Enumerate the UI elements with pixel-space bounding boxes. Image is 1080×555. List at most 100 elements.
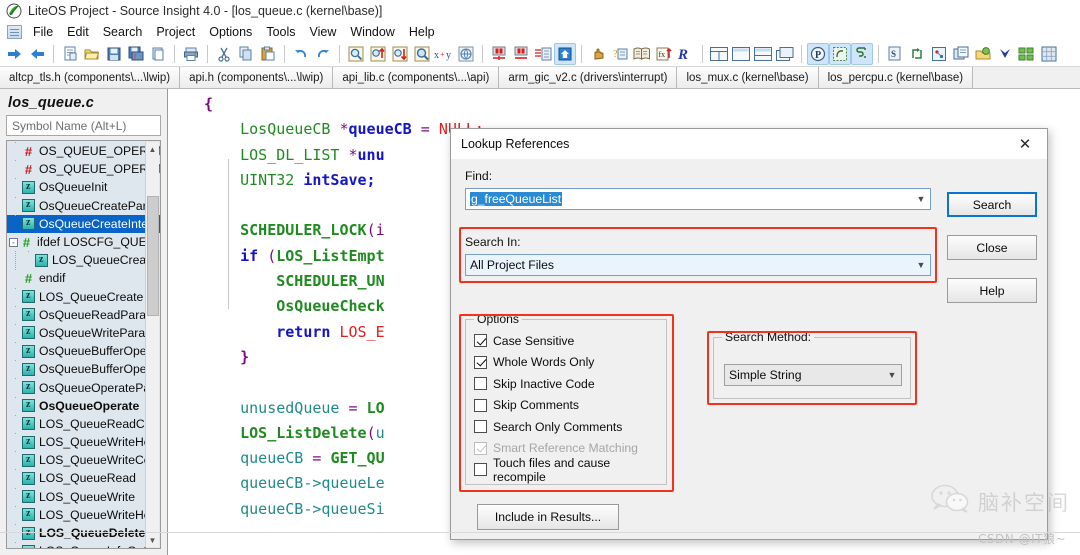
symbol-tree-item[interactable]: OsQueueCreatePar xyxy=(7,196,160,215)
checkbox[interactable] xyxy=(474,377,487,391)
file-compare-icon[interactable] xyxy=(906,43,928,65)
option-checkbox-row[interactable]: Skip Inactive Code xyxy=(474,373,666,395)
menu-item-file[interactable]: File xyxy=(26,24,60,40)
save-icon[interactable] xyxy=(103,43,125,65)
checkbox[interactable] xyxy=(474,355,487,369)
symbol-tree-item[interactable]: OsQueueCreateInte xyxy=(7,214,160,233)
relation-window-icon[interactable]: R xyxy=(675,43,697,65)
search-down-icon[interactable] xyxy=(389,43,411,65)
horizontal-split-icon[interactable] xyxy=(730,43,752,65)
symbol-search-input[interactable] xyxy=(12,118,155,133)
symbol-tree-item[interactable]: # OS_QUEUE_OPERAT xyxy=(7,142,160,160)
chevron-down-icon[interactable]: ▼ xyxy=(883,370,901,380)
file-tab[interactable]: los_mux.c (kernel\base) xyxy=(677,67,819,88)
option-checkbox-row[interactable]: Touch files and cause recompile xyxy=(474,456,666,484)
symbol-tree-item[interactable]: LOS_QueueRead xyxy=(7,469,160,487)
forward-arrow-icon[interactable] xyxy=(26,43,48,65)
menu-item-options[interactable]: Options xyxy=(202,24,259,40)
symbol-tree-item[interactable]: OsQueueOperatePa xyxy=(7,378,160,396)
open-folder-icon[interactable] xyxy=(81,43,103,65)
symbol-tree-item[interactable]: LOS_QueueDelete xyxy=(7,523,160,542)
symbol-tree-item[interactable]: LOS_QueueCreate xyxy=(7,287,160,306)
symbol-tree-item[interactable]: LOS_QueueWriteCo xyxy=(7,451,160,469)
checkbox[interactable] xyxy=(474,420,487,434)
option-checkbox-row[interactable]: Search Only Comments xyxy=(474,416,666,438)
chevron-up-icon[interactable]: ▲ xyxy=(146,142,160,156)
bookmark-add-icon[interactable] xyxy=(488,43,510,65)
option-checkbox-row[interactable]: Skip Comments xyxy=(474,395,666,417)
search-button[interactable]: Search xyxy=(947,192,1037,217)
option-checkbox-row[interactable]: Whole Words Only xyxy=(474,352,666,374)
symbol-tree-item[interactable]: LOS_QueueCreat xyxy=(7,251,160,270)
symbol-tree-item[interactable]: OsQueueReadParam xyxy=(7,305,160,324)
search-method-combobox[interactable]: Simple String ▼ xyxy=(724,364,902,386)
include-in-results-button[interactable]: Include in Results... xyxy=(477,504,619,530)
menu-item-project[interactable]: Project xyxy=(149,24,202,40)
replace-xy-icon[interactable]: x + y xyxy=(433,43,455,65)
tile-windows-icon[interactable] xyxy=(708,43,730,65)
symbol-search-box[interactable] xyxy=(6,115,161,136)
project-open-icon[interactable] xyxy=(972,43,994,65)
redo-icon[interactable] xyxy=(312,43,334,65)
context-help-icon[interactable]: ? xyxy=(609,43,631,65)
symbol-tree-item[interactable]: LOS_QueueWriteHe xyxy=(7,505,160,524)
symbol-tree-item[interactable]: OsQueueWritePara xyxy=(7,323,160,342)
bookmark-list-icon[interactable] xyxy=(532,43,554,65)
checkbox[interactable] xyxy=(474,334,487,348)
close-button[interactable]: Close xyxy=(947,235,1037,260)
file-tab[interactable]: altcp_tls.h (components\...\lwip) xyxy=(0,67,181,88)
search-icon[interactable] xyxy=(345,43,367,65)
copy-icon[interactable] xyxy=(235,43,257,65)
find-combobox[interactable]: g_freeQueueList ▼ xyxy=(465,188,931,210)
symbol-tree-item[interactable]: LOS_QueueWriteHe xyxy=(7,433,160,451)
lookup-references-icon[interactable] xyxy=(411,43,433,65)
file-tab[interactable]: los_percpu.c (kernel\base) xyxy=(818,67,974,88)
tree-expander[interactable]: - xyxy=(9,237,18,247)
help-button[interactable]: Help xyxy=(947,278,1037,303)
new-file-icon[interactable] xyxy=(59,43,81,65)
sync-files-icon[interactable] xyxy=(994,43,1016,65)
back-arrow-icon[interactable] xyxy=(4,43,26,65)
symbol-tree-item[interactable]: OsQueueBufferOpe xyxy=(7,360,160,378)
context-window-icon[interactable] xyxy=(851,43,873,65)
menu-item-window[interactable]: Window xyxy=(343,24,401,40)
lookup-references-dialog[interactable]: Lookup References ✕ Find: g_freeQueueLis… xyxy=(450,128,1048,540)
symbol-tree-item[interactable]: LOS_QueueWrite xyxy=(7,487,160,506)
save-all-icon[interactable]: ! xyxy=(125,43,147,65)
duplicate-window-icon[interactable] xyxy=(774,43,796,65)
rebuild-project-icon[interactable] xyxy=(1038,43,1060,65)
checkbox[interactable] xyxy=(474,463,487,477)
symbol-tree-item[interactable]: LOS_QueueInfoGet xyxy=(7,542,160,548)
file-tab[interactable]: api_lib.c (components\...\api) xyxy=(333,67,500,88)
search-up-icon[interactable] xyxy=(367,43,389,65)
project-window-icon[interactable]: P xyxy=(807,43,829,65)
hand-scroll-icon[interactable] xyxy=(587,43,609,65)
symbol-tree-item[interactable]: LOS_QueueReadCo xyxy=(7,414,160,433)
menu-item-tools[interactable]: Tools xyxy=(259,24,302,40)
source-link-icon[interactable] xyxy=(928,43,950,65)
chevron-down-icon[interactable]: ▼ xyxy=(912,260,930,270)
close-icon[interactable]: ✕ xyxy=(1003,129,1047,159)
option-checkbox-row[interactable]: Case Sensitive xyxy=(474,330,666,352)
file-tab[interactable]: api.h (components\...\lwip) xyxy=(180,67,334,88)
cut-icon[interactable] xyxy=(213,43,235,65)
undo-icon[interactable] xyxy=(290,43,312,65)
file-tab[interactable]: arm_gic_v2.c (drivers\interrupt) xyxy=(499,67,678,88)
symbol-tree[interactable]: # OS_QUEUE_OPERAT # OS_QUEUE_OPERAT OsQueueI… xyxy=(6,140,161,549)
find-input-value[interactable]: g_freeQueueList xyxy=(470,192,563,206)
symbol-tree-item[interactable]: OsQueueInit xyxy=(7,178,160,196)
checkbox[interactable] xyxy=(474,398,487,412)
bookmark-home-icon[interactable] xyxy=(554,43,576,65)
smart-rename-icon[interactable]: S xyxy=(884,43,906,65)
jump-to-definition-icon[interactable]: fx xyxy=(653,43,675,65)
browse-symbols-icon[interactable] xyxy=(631,43,653,65)
symbol-tree-item[interactable]: # OS_QUEUE_OPERAT xyxy=(7,160,160,178)
scrollbar-thumb[interactable] xyxy=(146,196,159,316)
symbol-window-icon[interactable] xyxy=(829,43,851,65)
chevron-down-icon[interactable]: ▼ xyxy=(146,533,160,547)
menu-item-search[interactable]: Search xyxy=(96,24,150,40)
paste-icon[interactable] xyxy=(257,43,279,65)
vertical-split-icon[interactable] xyxy=(752,43,774,65)
chevron-down-icon[interactable]: ▼ xyxy=(912,194,930,204)
symbol-tree-item[interactable]: OsQueueBufferOpe xyxy=(7,342,160,360)
